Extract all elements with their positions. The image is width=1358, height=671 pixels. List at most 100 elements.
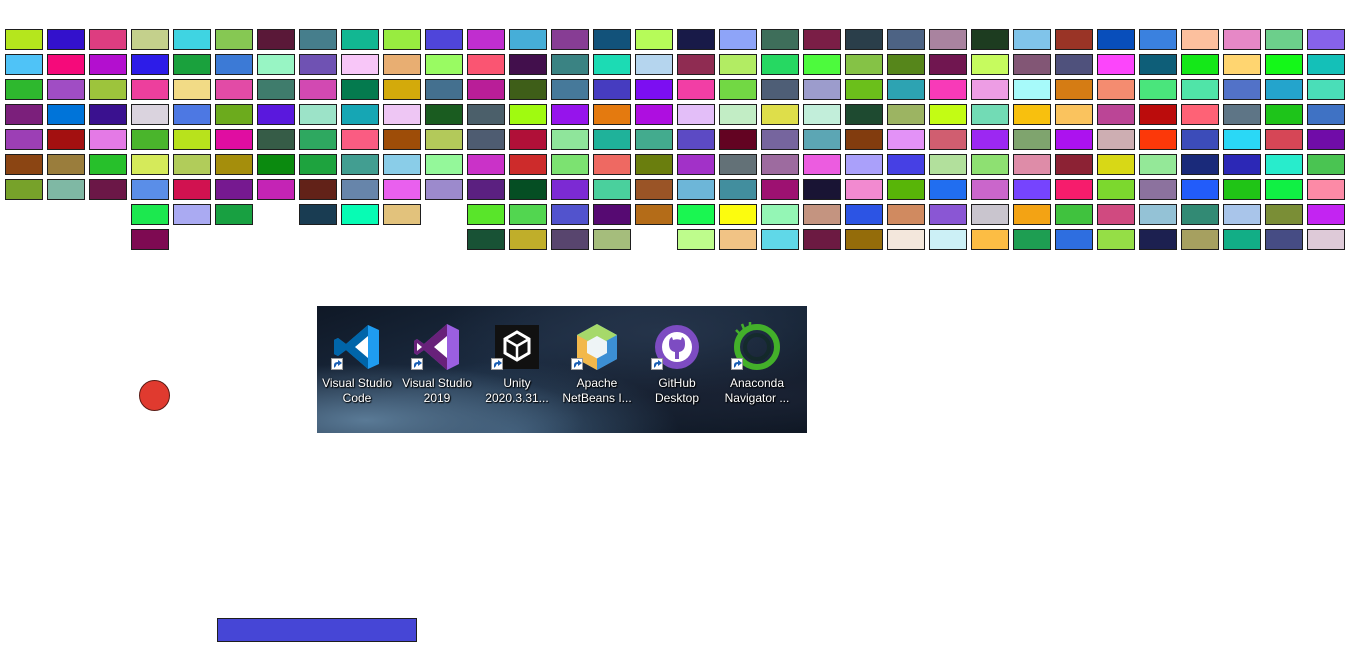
brick (509, 29, 547, 50)
brick (467, 204, 505, 225)
brick (593, 54, 631, 75)
brick (1139, 229, 1177, 250)
desktop-icon-label: GitHub Desktop (654, 376, 700, 405)
brick (971, 204, 1009, 225)
shortcut-arrow-icon (571, 358, 583, 370)
brick (383, 204, 421, 225)
brick (509, 204, 547, 225)
brick (1097, 129, 1135, 150)
brick (1055, 229, 1093, 250)
brick (299, 79, 337, 100)
brick (5, 29, 43, 50)
brick (1055, 29, 1093, 50)
brick (1097, 204, 1135, 225)
brick (173, 29, 211, 50)
brick (257, 54, 295, 75)
brick (971, 104, 1009, 125)
brick (1307, 29, 1345, 50)
brick (1139, 54, 1177, 75)
brick (215, 129, 253, 150)
brick (719, 204, 757, 225)
brick (257, 79, 295, 100)
brick (341, 29, 379, 50)
brick (131, 29, 169, 50)
desktop-icon-unity[interactable]: Unity 2020.3.31... (477, 320, 557, 430)
brick (803, 54, 841, 75)
brick (887, 229, 925, 250)
brick (719, 54, 757, 75)
brick (761, 154, 799, 175)
brick (1307, 79, 1345, 100)
brick (677, 104, 715, 125)
brick (509, 154, 547, 175)
shortcut-arrow-icon (491, 358, 503, 370)
brick (845, 179, 883, 200)
brick (677, 79, 715, 100)
brick (677, 54, 715, 75)
brick (1055, 104, 1093, 125)
brick (215, 104, 253, 125)
brick (89, 104, 127, 125)
brick (131, 179, 169, 200)
brick (761, 129, 799, 150)
brick (1139, 179, 1177, 200)
desktop-icon-label: Apache NetBeans I... (562, 376, 632, 405)
brick (215, 29, 253, 50)
desktop-icon-label: Anaconda Navigator ... (724, 376, 790, 405)
brick (1097, 29, 1135, 50)
brick (761, 54, 799, 75)
desktop-icon-anaconda[interactable]: Anaconda Navigator ... (717, 320, 797, 430)
brick (551, 154, 589, 175)
brick (971, 129, 1009, 150)
brick (383, 179, 421, 200)
brick (1139, 79, 1177, 100)
brick (593, 104, 631, 125)
brick (929, 179, 967, 200)
brick (1223, 29, 1261, 50)
desktop-icon-label: Visual Studio 2019 (402, 376, 472, 405)
brick (677, 179, 715, 200)
brick (1307, 154, 1345, 175)
desktop-icon-strip: Visual Studio Code Visual Studio 2019 Un… (317, 306, 807, 433)
brick (719, 229, 757, 250)
desktop-icon-vscode[interactable]: Visual Studio Code (317, 320, 397, 430)
brick (425, 104, 463, 125)
brick (341, 154, 379, 175)
brick (551, 204, 589, 225)
brick (635, 104, 673, 125)
ball (139, 380, 170, 411)
desktop-icon-github-desktop[interactable]: GitHub Desktop (637, 320, 717, 430)
brick (971, 29, 1009, 50)
brick (929, 154, 967, 175)
brick (887, 29, 925, 50)
paddle[interactable] (217, 618, 417, 642)
brick (635, 179, 673, 200)
brick (89, 179, 127, 200)
brick (635, 79, 673, 100)
desktop-icon-visual-studio[interactable]: Visual Studio 2019 (397, 320, 477, 430)
brick (593, 129, 631, 150)
brick (341, 179, 379, 200)
desktop-icon-netbeans[interactable]: Apache NetBeans I... (557, 320, 637, 430)
brick (425, 29, 463, 50)
brick (803, 104, 841, 125)
brick (131, 129, 169, 150)
brick (1265, 229, 1303, 250)
brick (215, 204, 253, 225)
brick (173, 204, 211, 225)
brick (1097, 229, 1135, 250)
brick (341, 54, 379, 75)
brick (1181, 104, 1219, 125)
brick (1055, 54, 1093, 75)
brick (551, 229, 589, 250)
brick (257, 154, 295, 175)
brick (173, 154, 211, 175)
brick (509, 229, 547, 250)
brick (887, 204, 925, 225)
brick (1307, 104, 1345, 125)
brick (1265, 79, 1303, 100)
brick (89, 29, 127, 50)
brick (1139, 104, 1177, 125)
brick (173, 129, 211, 150)
brick (1055, 129, 1093, 150)
